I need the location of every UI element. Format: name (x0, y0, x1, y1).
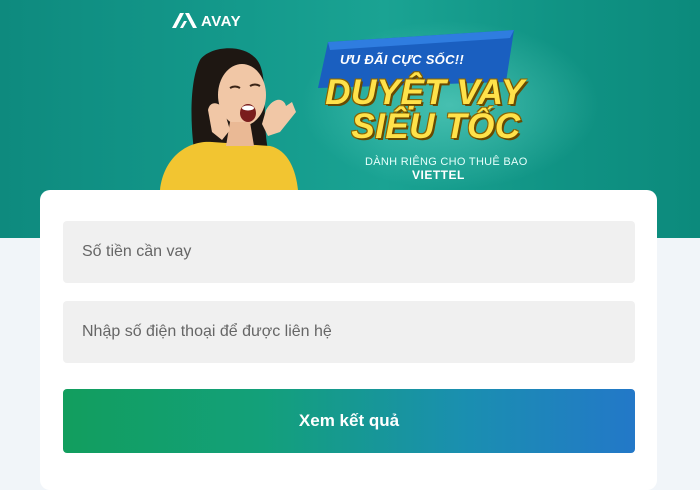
promo-tag-label: ƯU ĐÃI CỰC SỐC!! (340, 52, 465, 67)
banner-headline: DUYỆT VAY SIÊU TỐC (305, 73, 545, 146)
logo-text: AVAY (201, 12, 242, 30)
banner-woman-illustration (160, 48, 298, 190)
logo-mark-icon (170, 10, 200, 30)
headline-line-2: SIÊU TỐC (351, 107, 521, 146)
brand-logo[interactable]: AVAY (170, 8, 241, 32)
banner-carrier: VIETTEL (412, 168, 465, 182)
headline-line-1: DUYỆT VAY (325, 73, 525, 112)
banner-subtitle: DÀNH RIÊNG CHO THUÊ BAO (365, 156, 528, 168)
loan-form-card: Xem kết quả (40, 190, 657, 490)
loan-amount-input[interactable] (63, 221, 635, 283)
phone-number-input[interactable] (63, 301, 635, 363)
view-result-button[interactable]: Xem kết quả (63, 389, 635, 453)
